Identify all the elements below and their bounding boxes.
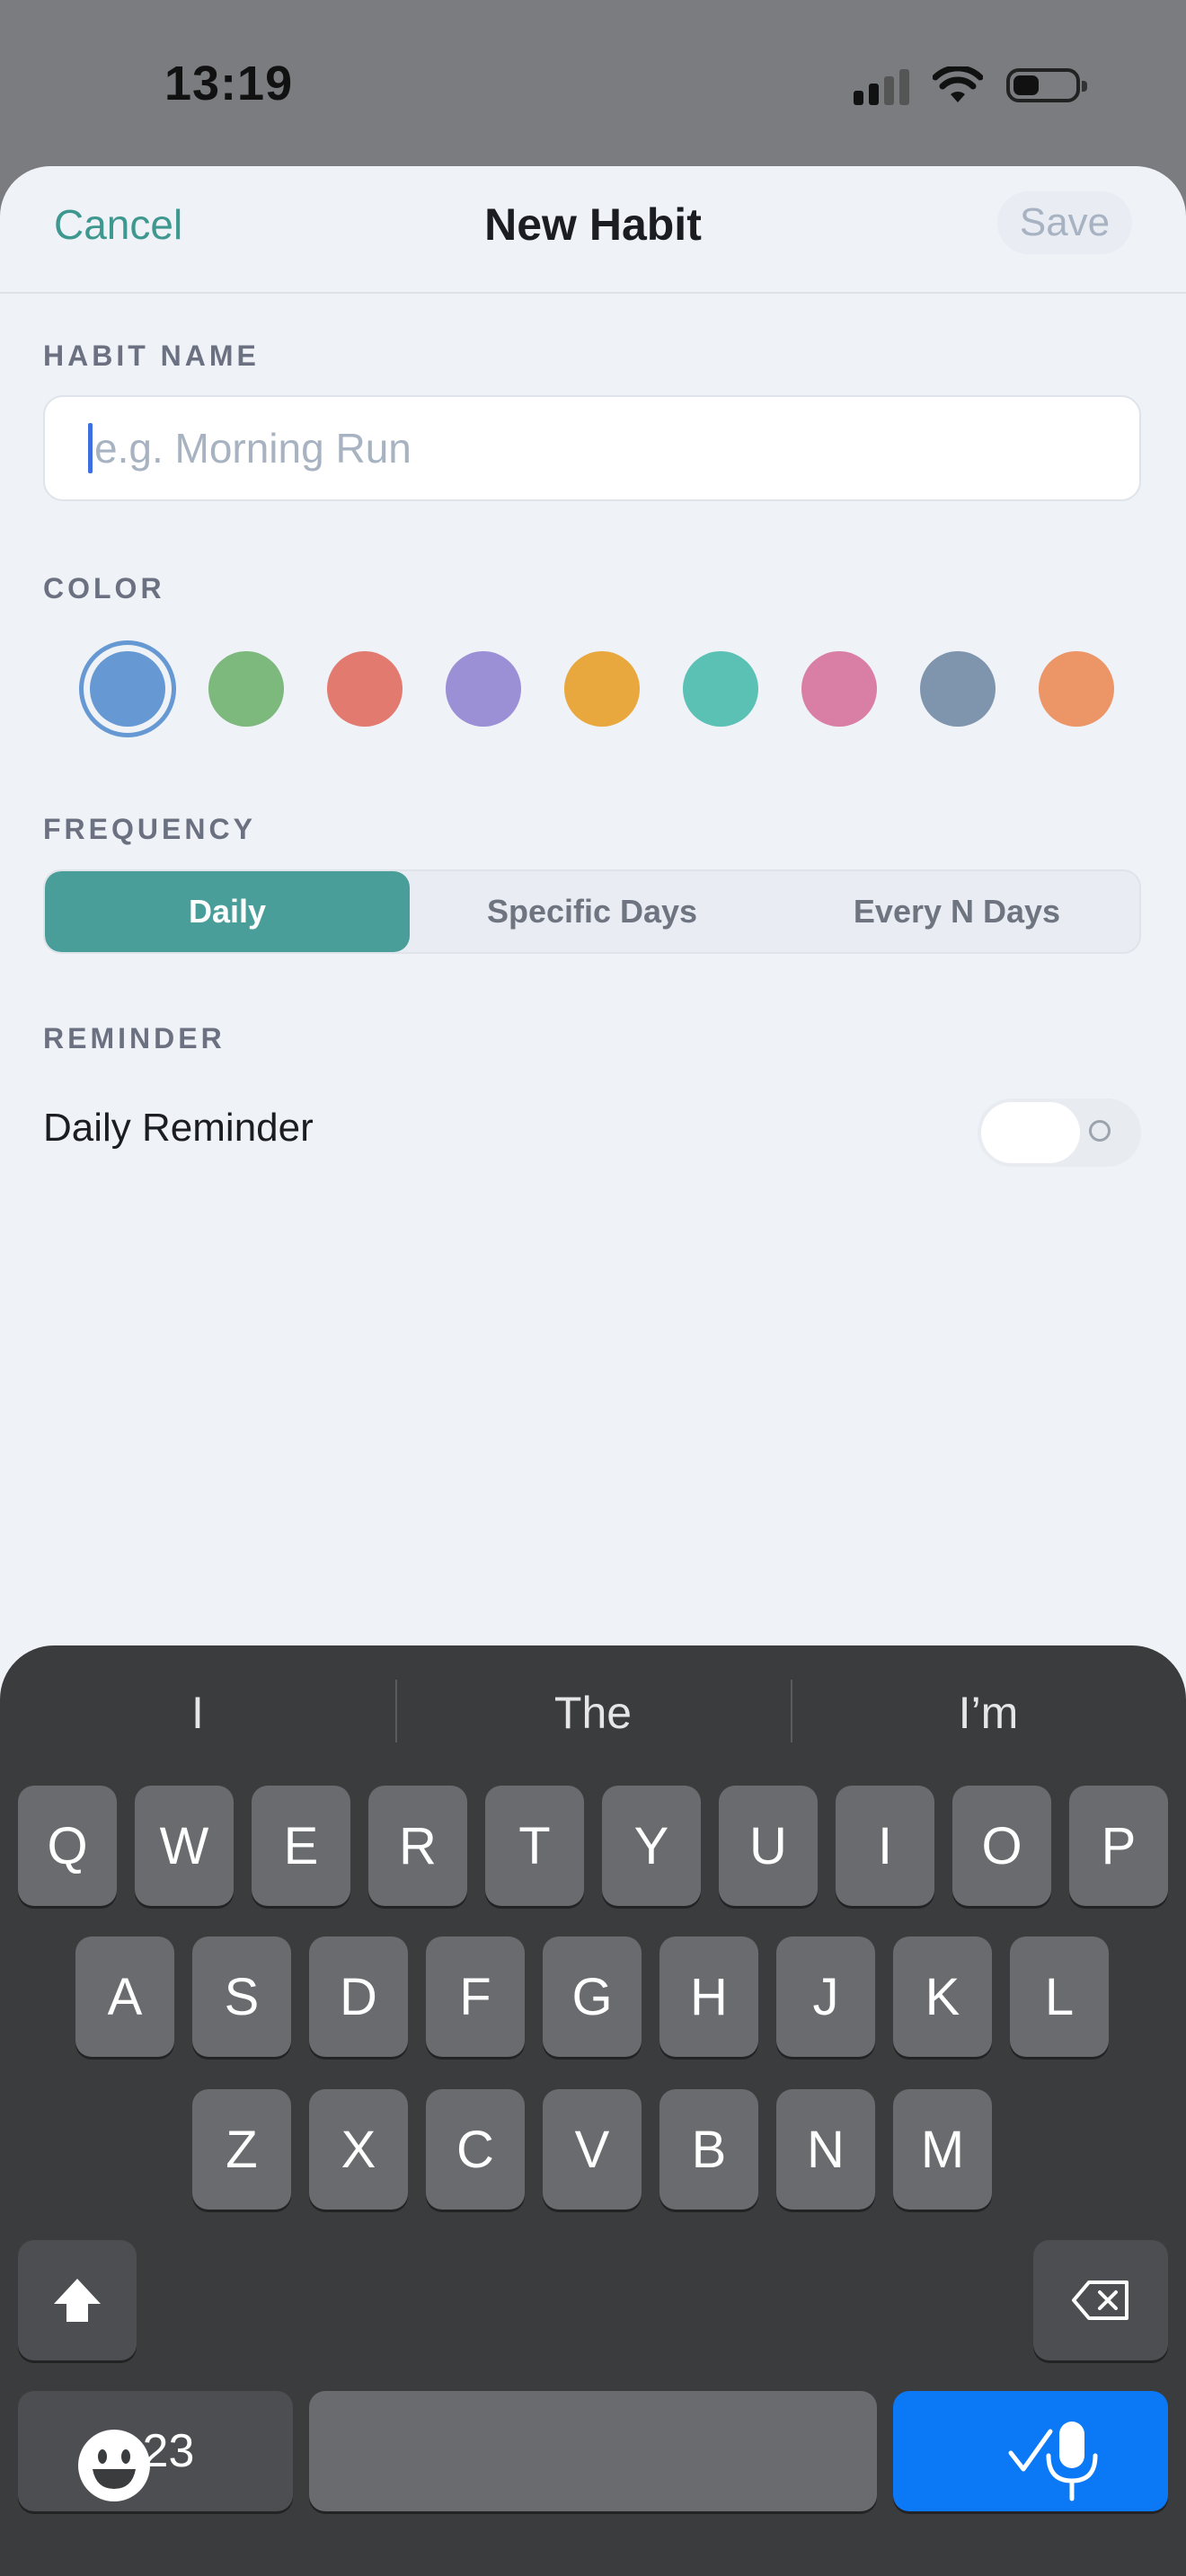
frequency-option-specific-days[interactable]: Specific Days xyxy=(410,871,774,952)
color-swatch[interactable] xyxy=(564,651,640,727)
cellular-signal-icon xyxy=(854,66,909,105)
text-cursor xyxy=(88,423,93,473)
shift-key[interactable] xyxy=(18,2240,137,2360)
key-x[interactable]: X xyxy=(309,2089,408,2210)
key-y[interactable]: Y xyxy=(602,1786,701,1906)
toggle-knob xyxy=(981,1102,1080,1163)
backspace-icon xyxy=(1072,2280,1128,2320)
key-h[interactable]: H xyxy=(659,1936,758,2057)
nav-bar: Cancel New Habit Save xyxy=(0,166,1186,294)
color-swatch[interactable] xyxy=(683,651,758,727)
habit-name-input[interactable]: e.g. Morning Run xyxy=(43,395,1141,501)
key-l[interactable]: L xyxy=(1010,1936,1109,2057)
shift-icon xyxy=(54,2279,101,2322)
habit-name-label: HABIT NAME xyxy=(43,340,260,372)
microphone-icon xyxy=(1046,2422,1098,2501)
battery-icon xyxy=(1006,68,1087,102)
color-label: COLOR xyxy=(43,572,165,604)
habit-name-placeholder: e.g. Morning Run xyxy=(94,425,412,472)
wifi-icon xyxy=(933,66,983,102)
key-g[interactable]: G xyxy=(543,1936,642,2057)
key-j[interactable]: J xyxy=(776,1936,875,2057)
daily-reminder-row: Daily Reminder xyxy=(43,1082,1141,1172)
suggestion-bar: I The I’m xyxy=(0,1645,1186,1780)
keyboard: I The I’m QWERTYUIOPASDFGHJKLZXCVBNM 123 xyxy=(0,1645,1186,2576)
status-time: 13:19 xyxy=(164,57,294,110)
frequency-label: FREQUENCY xyxy=(43,813,256,845)
color-swatch[interactable] xyxy=(801,651,877,727)
key-u[interactable]: U xyxy=(719,1786,818,1906)
daily-reminder-label: Daily Reminder xyxy=(43,1106,314,1150)
status-bar: 13:19 xyxy=(0,0,1186,171)
reminder-label: REMINDER xyxy=(43,1022,226,1054)
suggestion-1[interactable]: I xyxy=(0,1645,395,1780)
toggle-off-icon xyxy=(1089,1120,1111,1142)
color-picker xyxy=(90,642,1123,732)
key-c[interactable]: C xyxy=(426,2089,525,2210)
key-a[interactable]: A xyxy=(75,1936,174,2057)
key-s[interactable]: S xyxy=(192,1936,291,2057)
numbers-key[interactable]: 123 xyxy=(18,2391,293,2511)
space-key[interactable] xyxy=(309,2391,877,2511)
suggestion-2[interactable]: The xyxy=(395,1645,791,1780)
frequency-option-every-n-days[interactable]: Every N Days xyxy=(774,871,1139,952)
color-swatch[interactable] xyxy=(446,651,521,727)
key-z[interactable]: Z xyxy=(192,2089,291,2210)
color-swatch[interactable] xyxy=(1039,651,1114,727)
color-swatch[interactable] xyxy=(90,651,165,727)
emoji-icon xyxy=(78,2430,150,2501)
color-swatch[interactable] xyxy=(327,651,403,727)
done-key[interactable] xyxy=(893,2391,1168,2511)
key-q[interactable]: Q xyxy=(18,1786,117,1906)
key-n[interactable]: N xyxy=(776,2089,875,2210)
color-swatch[interactable] xyxy=(920,651,996,727)
frequency-segmented-control: Daily Specific Days Every N Days xyxy=(43,869,1141,954)
key-o[interactable]: O xyxy=(952,1786,1051,1906)
key-e[interactable]: E xyxy=(252,1786,350,1906)
key-m[interactable]: M xyxy=(893,2089,992,2210)
key-d[interactable]: D xyxy=(309,1936,408,2057)
key-r[interactable]: R xyxy=(368,1786,467,1906)
save-button[interactable]: Save xyxy=(997,191,1132,254)
dictation-button[interactable] xyxy=(1031,2416,1112,2506)
key-v[interactable]: V xyxy=(543,2089,642,2210)
color-swatch[interactable] xyxy=(208,651,284,727)
status-icons xyxy=(854,63,1087,108)
key-f[interactable]: F xyxy=(426,1936,525,2057)
key-b[interactable]: B xyxy=(659,2089,758,2210)
key-w[interactable]: W xyxy=(135,1786,234,1906)
suggestion-3[interactable]: I’m xyxy=(791,1645,1186,1780)
key-p[interactable]: P xyxy=(1069,1786,1168,1906)
key-k[interactable]: K xyxy=(893,1936,992,2057)
delete-key[interactable] xyxy=(1033,2240,1168,2360)
key-i[interactable]: I xyxy=(836,1786,934,1906)
frequency-option-daily[interactable]: Daily xyxy=(45,871,410,952)
key-t[interactable]: T xyxy=(485,1786,584,1906)
emoji-button[interactable] xyxy=(74,2425,155,2506)
daily-reminder-toggle[interactable] xyxy=(978,1098,1141,1167)
